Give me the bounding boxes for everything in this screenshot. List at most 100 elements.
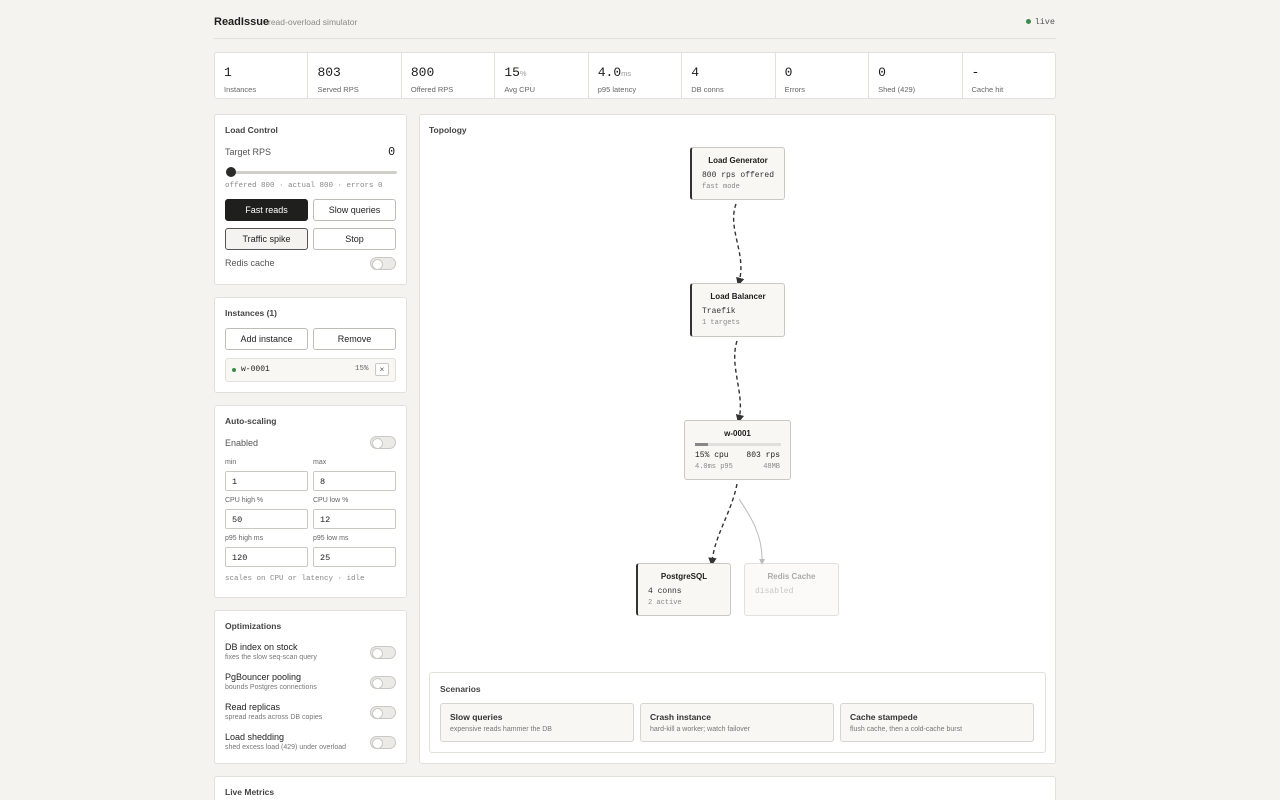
live-dot-icon: [1025, 19, 1031, 25]
stat-label: Offered RPS: [410, 85, 454, 94]
stat-label: DB conns: [691, 85, 724, 94]
instance-status-icon: [232, 368, 236, 372]
stat-value: 0: [878, 65, 886, 80]
stat-instances: 1 Instances: [215, 53, 309, 98]
scenario-title: Crash instance: [650, 712, 711, 722]
scenario-crash-instance[interactable]: Crash instance hard-kill a worker; watch…: [640, 703, 834, 742]
cpu-low-label: CPU low %: [313, 497, 349, 504]
instances-title: Instances (1): [225, 308, 277, 318]
stat-label: Shed (429): [878, 85, 916, 94]
postgres-node[interactable]: PostgreSQL 4 conns 2 active: [636, 563, 731, 616]
target-rps-slider-track[interactable]: [231, 171, 397, 174]
instance-name: w-0001: [241, 365, 270, 374]
autoscaling-title: Auto-scaling: [225, 416, 277, 426]
remove-instance-button[interactable]: Remove: [313, 328, 396, 350]
scenarios-title: Scenarios: [440, 684, 481, 694]
stat-unit: ms: [621, 69, 632, 78]
autoscaling-toggle[interactable]: [370, 436, 396, 449]
worker-mem: 48MB: [763, 463, 780, 471]
redis-status: disabled: [755, 587, 794, 596]
cpu-high-input[interactable]: 50: [225, 509, 308, 529]
add-instance-button[interactable]: Add instance: [225, 328, 308, 350]
load-balancer-node[interactable]: Load Balancer Traefik 1 targets: [690, 283, 785, 337]
target-rps-slider-handle[interactable]: [226, 167, 236, 177]
redis-cache-label: Redis cache: [225, 258, 275, 268]
opt-db-index-desc: fixes the slow seq-scan query: [225, 654, 317, 661]
min-input[interactable]: 1: [225, 471, 308, 491]
load-control-title: Load Control: [225, 125, 278, 135]
min-label: min: [225, 459, 237, 466]
max-input[interactable]: 8: [313, 471, 396, 491]
load-generator-rps: 800 rps offered: [702, 171, 775, 180]
target-rps-value: 0: [388, 145, 396, 159]
slow-queries-button[interactable]: Slow queries: [313, 199, 396, 221]
traffic-spike-button[interactable]: Traffic spike: [225, 228, 308, 250]
stat-errors: 0 Errors: [776, 53, 870, 98]
stat-value: 0: [784, 65, 793, 80]
worker-node[interactable]: w-0001 15% cpu 803 rps 4.0ms p95 48MB: [684, 420, 791, 480]
stat-value: -: [971, 65, 980, 80]
scenario-desc: expensive reads hammer the DB: [450, 726, 552, 733]
opt-shedding-toggle[interactable]: [370, 736, 396, 749]
stat-value: 15: [504, 65, 520, 80]
p95-high-input[interactable]: 120: [225, 547, 308, 567]
stat-db-conns: 4 DB conns: [682, 53, 776, 98]
opt-replicas-label: Read replicas: [225, 702, 281, 712]
stat-value: 4: [691, 65, 699, 80]
scenario-desc: hard-kill a worker; watch failover: [650, 726, 750, 733]
stat-label: Errors: [784, 85, 806, 94]
stat-avg-cpu: 15% Avg CPU: [495, 53, 589, 98]
worker-rps: 803 rps: [746, 451, 780, 460]
redis-node[interactable]: Redis Cache disabled: [744, 563, 839, 616]
cpu-high-label: CPU high %: [225, 497, 264, 504]
header-divider: [214, 38, 1056, 39]
edge-balancer-worker: [734, 340, 745, 424]
scenario-desc: flush cache, then a cold-cache burst: [850, 726, 963, 733]
postgres-active: 2 active: [648, 599, 682, 607]
cpu-low-input[interactable]: 12: [313, 509, 396, 529]
edge-worker-redis: [738, 498, 766, 565]
load-balancer-targets: 1 targets: [702, 319, 740, 327]
opt-replicas-toggle[interactable]: [370, 706, 396, 719]
postgres-title: PostgreSQL: [660, 572, 708, 581]
worker-cpu: 15% cpu: [695, 451, 729, 460]
max-label: max: [313, 459, 327, 466]
target-rps-label: Target RPS: [225, 147, 272, 157]
load-generator-node[interactable]: Load Generator 800 rps offered fast mode: [690, 147, 785, 200]
p95-low-input[interactable]: 25: [313, 547, 396, 567]
stat-label: Cache hit: [971, 85, 1004, 94]
stop-button[interactable]: Stop: [313, 228, 396, 250]
stat-p95-latency: 4.0ms p95 latency: [589, 53, 683, 98]
stat-label: p95 latency: [597, 85, 637, 94]
scenario-slow-queries[interactable]: Slow queries expensive reads hammer the …: [440, 703, 634, 742]
stat-label: Instances: [224, 85, 257, 94]
stat-value: 1: [224, 65, 232, 80]
stat-unit: %: [519, 69, 527, 78]
fast-reads-button[interactable]: Fast reads: [225, 199, 308, 221]
redis-cache-toggle[interactable]: [370, 257, 396, 270]
stat-value: 4.0: [597, 65, 622, 80]
load-balancer-title: Load Balancer: [710, 292, 766, 301]
kill-instance-icon[interactable]: ×: [375, 363, 389, 376]
opt-db-index-label: DB index on stock: [225, 642, 298, 652]
load-summary: offered 800 · actual 800 · errors 0: [225, 182, 383, 190]
stat-value: 800: [410, 65, 435, 80]
opt-pgbouncer-label: PgBouncer pooling: [225, 672, 302, 682]
scenario-cache-stampede[interactable]: Cache stampede flush cache, then a cold-…: [840, 703, 1034, 742]
stat-label: Served RPS: [317, 85, 359, 94]
opt-pgbouncer-toggle[interactable]: [370, 676, 396, 689]
scenario-title: Cache stampede: [850, 712, 918, 722]
live-metrics-card: [214, 776, 1056, 800]
stat-offered-rps: 800 Offered RPS: [402, 53, 496, 98]
worker-title: w-0001: [724, 429, 751, 438]
opt-db-index-toggle[interactable]: [370, 646, 396, 659]
opt-replicas-desc: spread reads across DB copies: [225, 714, 323, 721]
stat-value: 803: [317, 65, 341, 80]
live-status: live: [1025, 17, 1055, 27]
load-generator-mode: fast mode: [702, 183, 740, 191]
instance-cpu: 15%: [355, 365, 369, 373]
stat-cache-hit: - Cache hit: [963, 53, 1055, 98]
live-metrics-title: Live Metrics: [225, 787, 275, 797]
load-generator-title: Load Generator: [708, 156, 768, 165]
worker-cpu-bar-fill: [695, 443, 708, 446]
